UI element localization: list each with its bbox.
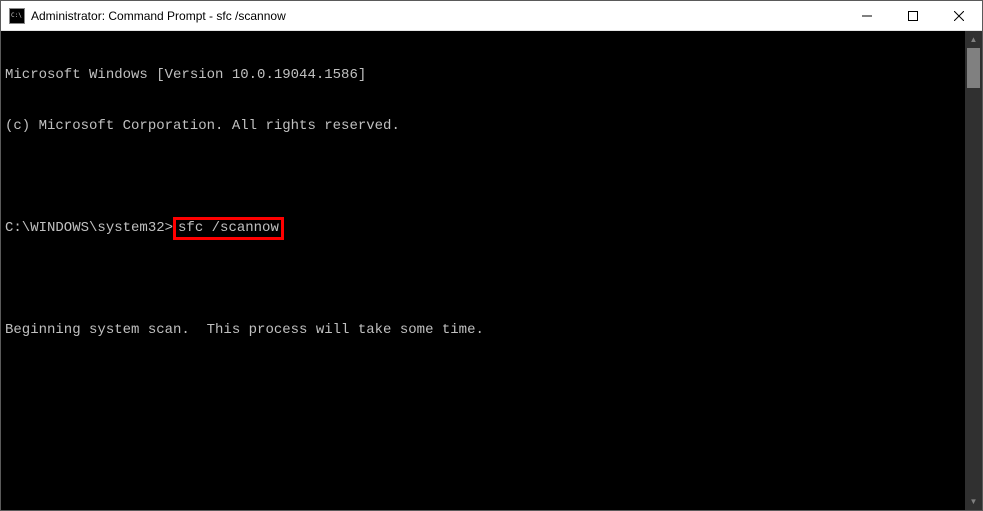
scroll-down-arrow[interactable]: ▼ — [965, 493, 982, 510]
scroll-track[interactable] — [965, 48, 982, 493]
minimize-button[interactable] — [844, 1, 890, 30]
version-line: Microsoft Windows [Version 10.0.19044.15… — [5, 67, 961, 84]
status-line: Beginning system scan. This process will… — [5, 322, 961, 339]
copyright-line: (c) Microsoft Corporation. All rights re… — [5, 118, 961, 135]
title-bar[interactable]: Administrator: Command Prompt - sfc /sca… — [1, 1, 982, 31]
scroll-up-arrow[interactable]: ▲ — [965, 31, 982, 48]
highlighted-command: sfc /scannow — [173, 217, 284, 240]
maximize-icon — [908, 11, 918, 21]
cmd-icon — [9, 8, 25, 24]
blank-line — [5, 271, 961, 288]
terminal-output[interactable]: Microsoft Windows [Version 10.0.19044.15… — [1, 31, 965, 510]
blank-line — [5, 169, 961, 186]
prompt-prefix: C:\WINDOWS\system32> — [5, 220, 173, 236]
maximize-button[interactable] — [890, 1, 936, 30]
command-prompt-window: Administrator: Command Prompt - sfc /sca… — [0, 0, 983, 511]
vertical-scrollbar[interactable]: ▲ ▼ — [965, 31, 982, 510]
scroll-thumb[interactable] — [967, 48, 980, 88]
close-button[interactable] — [936, 1, 982, 30]
window-controls — [844, 1, 982, 30]
terminal-container: Microsoft Windows [Version 10.0.19044.15… — [1, 31, 982, 510]
close-icon — [954, 11, 964, 21]
window-title: Administrator: Command Prompt - sfc /sca… — [31, 9, 286, 23]
minimize-icon — [862, 11, 872, 21]
command-line: C:\WINDOWS\system32>sfc /scannow — [5, 220, 961, 237]
